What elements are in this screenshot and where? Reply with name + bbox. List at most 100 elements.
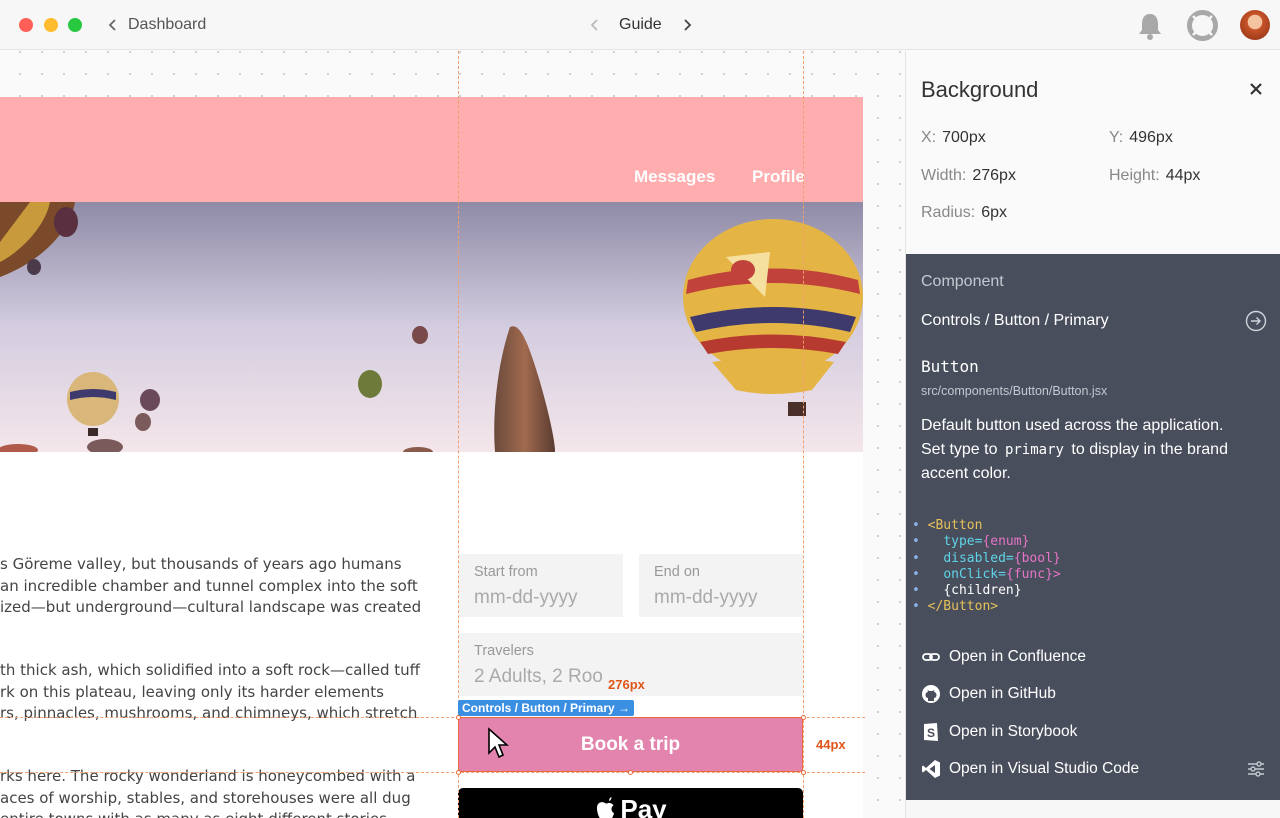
selection-handle[interactable] xyxy=(628,770,633,775)
code-token: </Button> xyxy=(927,599,999,615)
avatar[interactable] xyxy=(1240,10,1270,40)
properties-section: Background X: 700px Y: 496px Width: 276px H… xyxy=(906,51,1280,254)
body-line: ized—but underground—cultural landscape … xyxy=(0,598,422,616)
chevron-right-icon[interactable] xyxy=(680,18,694,32)
apple-pay-button[interactable]: Pay xyxy=(458,788,803,818)
prop-x: X: 700px xyxy=(921,129,986,147)
body-text: s Göreme valley, but thousands of years … xyxy=(0,554,421,619)
chevron-left-icon[interactable] xyxy=(588,18,602,32)
panel-title: Background xyxy=(921,77,1039,102)
site-header: Messages Profile xyxy=(0,97,863,202)
code-token: {children} xyxy=(943,583,1022,599)
selection-handle[interactable] xyxy=(456,770,461,775)
minimize-window-button[interactable] xyxy=(44,18,58,32)
component-heading: Component xyxy=(921,273,1004,290)
selection-handle[interactable] xyxy=(801,770,806,775)
design-canvas[interactable]: Messages Profile s Göreme valley, but th… xyxy=(0,51,905,818)
prop-value: 6px xyxy=(981,204,1008,221)
back-button[interactable]: Dashboard xyxy=(106,13,206,37)
code-token: onClick= xyxy=(943,566,1006,582)
guide-line-horizontal xyxy=(0,772,865,773)
width-measurement: 276px xyxy=(608,677,645,692)
code-token: {bool} xyxy=(1013,550,1061,566)
prop-y: Y: 496px xyxy=(1109,129,1173,147)
prop-key: Height: xyxy=(1109,167,1160,184)
body-line: th thick ash, which solidified into a so… xyxy=(0,661,420,679)
prop-value: 496px xyxy=(1129,129,1173,146)
cursor-icon xyxy=(488,727,509,759)
guide-line-vertical xyxy=(803,51,804,818)
link-label: Open in Visual Studio Code xyxy=(949,760,1140,777)
body-line: rk on this plateau, leaving only its har… xyxy=(0,682,384,701)
start-date-value: mm-dd-yyyy xyxy=(474,587,578,608)
book-trip-button[interactable]: Book a trip xyxy=(458,717,803,772)
open-storybook-link[interactable]: S Open in Storybook xyxy=(921,721,1077,743)
link-label: Open in GitHub xyxy=(949,685,1056,702)
body-line: an incredible chamber and tunnel complex… xyxy=(0,576,418,595)
body-line: rks here. The rocky wonderland is honeyc… xyxy=(0,767,416,785)
settings-sliders-icon[interactable] xyxy=(1246,759,1266,779)
window-titlebar: Dashboard Guide xyxy=(0,0,1280,50)
selection-handle[interactable] xyxy=(456,715,461,720)
apple-logo-icon xyxy=(597,797,615,818)
prop-value: 700px xyxy=(942,129,986,146)
zoom-window-button[interactable] xyxy=(68,18,82,32)
bell-icon[interactable] xyxy=(1136,11,1164,41)
close-icon[interactable] xyxy=(1249,82,1263,96)
end-date-label: End on xyxy=(654,564,700,580)
body-line: entire towns with as many as eight diffe… xyxy=(0,809,415,818)
pay-label: Pay xyxy=(620,794,667,818)
prop-key: Width: xyxy=(921,167,967,184)
prop-key: X: xyxy=(921,129,937,146)
travelers-value: 2 Adults, 2 Roo xyxy=(474,666,603,687)
close-window-button[interactable] xyxy=(19,18,33,32)
body-text: rks here. The rocky wonderland is honeyc… xyxy=(0,766,415,818)
window-title: Guide xyxy=(619,16,662,33)
book-trip-label: Book a trip xyxy=(580,733,681,755)
end-date-field[interactable]: End on mm-dd-yyyy xyxy=(639,554,803,617)
description-line: Set type to primary to display in the br… xyxy=(921,438,1271,462)
nav-messages-link[interactable]: Messages xyxy=(634,167,715,187)
body-line: rs, pinnacles, mushrooms, and chimneys, … xyxy=(0,704,418,722)
open-confluence-link[interactable]: Open in Confluence xyxy=(921,646,1086,668)
component-file-path: src/components/Button/Button.jsx xyxy=(921,384,1108,398)
end-date-value: mm-dd-yyyy xyxy=(654,587,758,608)
link-label: Open in Confluence xyxy=(949,648,1087,665)
code-token: <Button xyxy=(927,518,983,533)
prop-key: Radius: xyxy=(921,204,976,221)
hero-image xyxy=(0,202,863,452)
lifebuoy-icon[interactable] xyxy=(1187,10,1218,41)
description-line: accent color. xyxy=(921,465,1011,482)
prop-key: Y: xyxy=(1109,129,1124,146)
start-date-field[interactable]: Start from mm-dd-yyyy xyxy=(459,554,623,617)
code-token: type= xyxy=(943,534,983,550)
description-text: to display in the brand xyxy=(1071,441,1228,458)
page-preview: Messages Profile s Göreme valley, but th… xyxy=(0,97,863,818)
component-name: Button xyxy=(921,357,979,376)
prop-value: 44px xyxy=(1165,167,1201,184)
selection-handle[interactable] xyxy=(801,715,806,720)
prop-radius: Radius: 6px xyxy=(921,204,1007,222)
inspector-panel: Background X: 700px Y: 496px Width: 276px H… xyxy=(905,51,1280,818)
nav-profile-link[interactable]: Profile xyxy=(752,167,805,187)
component-description: Default button used across the applicati… xyxy=(921,414,1271,486)
description-text: Set type to xyxy=(921,441,998,458)
height-measurement: 44px xyxy=(816,737,846,752)
code-token: {enum} xyxy=(982,534,1030,550)
component-tag[interactable]: Controls / Button / Primary → xyxy=(458,700,635,716)
prop-height: Height: 44px xyxy=(1109,167,1200,185)
code-token: disabled= xyxy=(943,550,1014,566)
arrow-circle-icon[interactable] xyxy=(1245,310,1267,332)
open-github-link[interactable]: Open in GitHub xyxy=(921,683,1056,705)
open-vscode-link[interactable]: Open in Visual Studio Code xyxy=(921,758,1139,780)
prop-value: 276px xyxy=(972,167,1016,184)
github-icon xyxy=(922,685,940,703)
body-text: th thick ash, which solidified into a so… xyxy=(0,660,420,725)
start-date-label: Start from xyxy=(474,564,538,580)
body-line: aces of worship, stables, and storehouse… xyxy=(0,788,411,807)
component-path[interactable]: Controls / Button / Primary xyxy=(921,312,1109,330)
description-line: Default button used across the applicati… xyxy=(921,417,1224,434)
prop-width: Width: 276px xyxy=(921,167,1016,185)
balloon-photo xyxy=(0,202,863,452)
code-token: {func}> xyxy=(1005,566,1061,582)
